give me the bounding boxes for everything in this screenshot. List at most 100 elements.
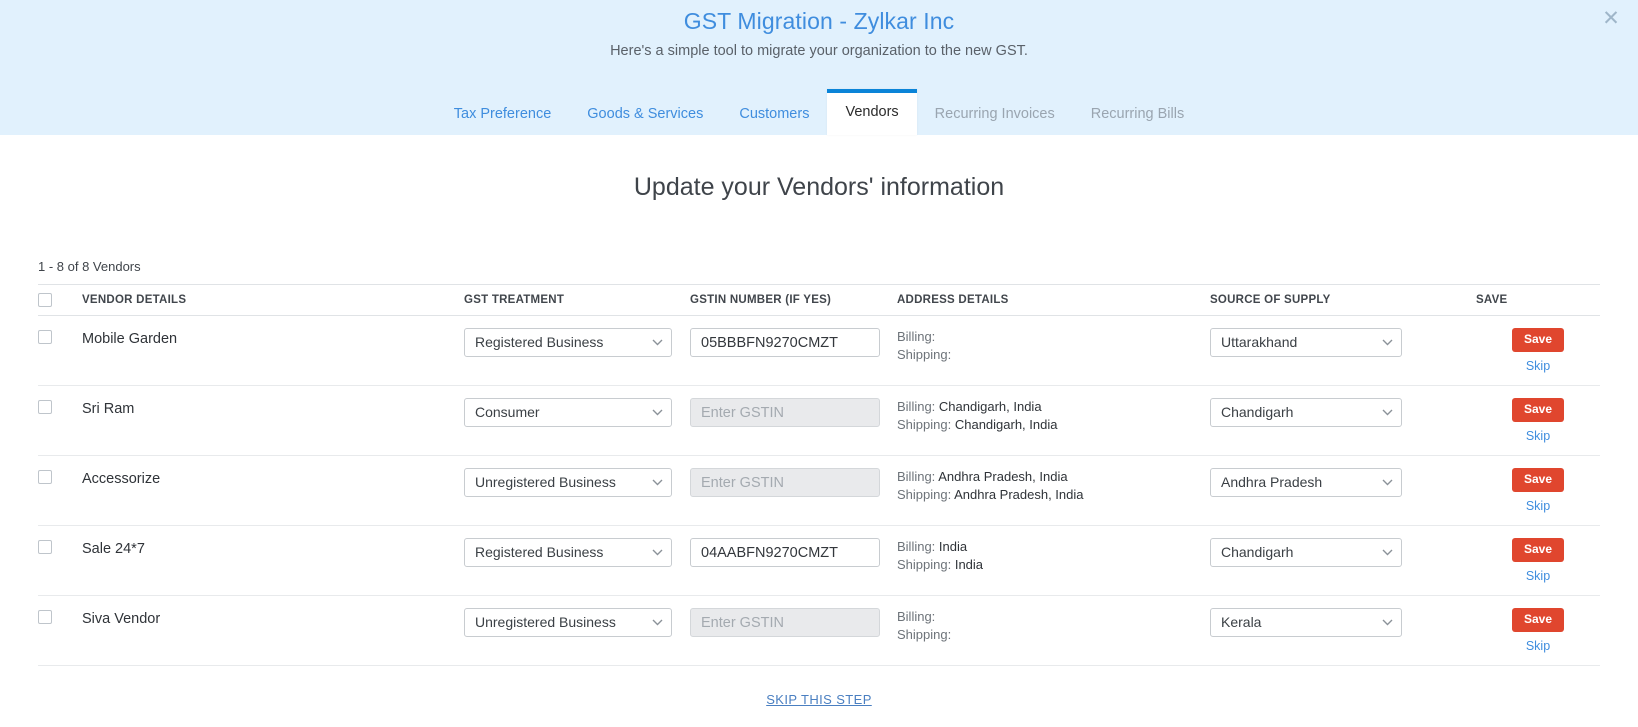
gst-treatment-value: Unregistered Business [475,474,616,490]
select-all-checkbox[interactable] [38,293,52,307]
vendor-name-cell: Sri Ram [82,385,464,456]
source-of-supply-cell: Chandigarh [1210,385,1476,456]
shipping-label: Shipping: [897,557,952,572]
billing-label: Billing: [897,539,936,554]
save-button[interactable]: Save [1511,608,1565,632]
save-cell: Save Skip [1476,315,1600,386]
source-of-supply-cell: Chandigarh [1210,525,1476,596]
close-icon[interactable]: ✕ [1598,6,1624,32]
chevron-down-icon [1382,609,1393,636]
source-of-supply-value: Andhra Pradesh [1221,474,1323,490]
billing-address-value: Chandigarh, India [938,399,1042,414]
chevron-down-icon [1382,539,1393,566]
source-of-supply-select[interactable]: Uttarakhand [1210,328,1402,357]
row-select-cell [38,385,82,456]
row-checkbox[interactable] [38,470,52,485]
vendor-name: Sale 24*7 [82,541,145,557]
address-cell: Billing: Andhra Pradesh, India Shipping: … [897,455,1210,526]
row-select-cell [38,455,82,526]
source-of-supply-select[interactable]: Chandigarh [1210,398,1402,427]
shipping-address-value: Chandigarh, India [954,417,1058,432]
row-checkbox[interactable] [38,540,52,555]
row-checkbox[interactable] [38,400,52,415]
row-checkbox[interactable] [38,330,52,345]
gst-treatment-cell: Registered Business [464,525,690,596]
gst-treatment-select[interactable]: Registered Business [464,328,672,357]
skip-row-link[interactable]: Skip [1476,569,1600,583]
billing-address-value: India [938,539,968,554]
tab-goods-services[interactable]: Goods & Services [569,95,721,135]
source-of-supply-cell: Kerala [1210,595,1476,666]
gst-treatment-select[interactable]: Consumer [464,398,672,427]
save-button[interactable]: Save [1511,468,1565,492]
source-of-supply-cell: Andhra Pradesh [1210,455,1476,526]
tab-label: Recurring Bills [1090,106,1185,122]
source-of-supply-value: Chandigarh [1221,404,1294,420]
header-gstin-number: GSTIN NUMBER (IF YES) [690,284,897,316]
address-cell: Billing: Shipping: [897,595,1210,666]
gstin-cell [690,595,897,666]
section-heading: Update your Vendors' information [633,173,1005,201]
chevron-down-icon [652,609,663,636]
vendor-name-cell: Mobile Garden [82,315,464,386]
billing-address-line: Billing: Chandigarh, India [897,398,1210,416]
billing-address-line: Billing: Andhra Pradesh, India [897,468,1210,486]
source-of-supply-select[interactable]: Kerala [1210,608,1402,637]
tab-customers[interactable]: Customers [721,95,827,135]
gstin-input[interactable] [690,328,880,357]
gstin-input[interactable] [690,538,880,567]
save-button[interactable]: Save [1511,328,1565,352]
tab-recurring-bills[interactable]: Recurring Bills [1073,95,1202,135]
main-content: Update your Vendors' information 1 - 8 o… [0,135,1638,709]
header-save: SAVE [1476,284,1600,316]
page-title: GST Migration - Zylkar Inc [683,8,955,34]
vendor-name: Sri Ram [82,401,135,417]
gst-treatment-value: Consumer [475,404,540,420]
save-button[interactable]: Save [1511,398,1565,422]
save-cell: Save Skip [1476,385,1600,456]
table-body: Mobile Garden Registered Business Billing:… [38,315,1600,666]
gstin-input[interactable] [690,468,880,497]
table-header-row: VENDOR DETAILS GST TREATMENT GSTIN NUMBE… [38,284,1600,316]
shipping-label: Shipping: [897,627,952,642]
gstin-cell [690,315,897,386]
gst-treatment-select[interactable]: Unregistered Business [464,608,672,637]
shipping-address-value: Andhra Pradesh, India [954,487,1084,502]
save-cell: Save Skip [1476,455,1600,526]
skip-row-link[interactable]: Skip [1476,639,1600,653]
gst-treatment-select[interactable]: Unregistered Business [464,468,672,497]
source-of-supply-select[interactable]: Andhra Pradesh [1210,468,1402,497]
gstin-cell [690,455,897,526]
skip-row-link[interactable]: Skip [1476,359,1600,373]
page-subtitle: Here's a simple tool to migrate your org… [610,43,1028,59]
tab-vendors[interactable]: Vendors [827,89,917,135]
table-header: VENDOR DETAILS GST TREATMENT GSTIN NUMBE… [38,284,1600,316]
skip-this-step-link[interactable]: SKIP THIS STEP [766,692,872,707]
row-checkbox[interactable] [38,610,52,625]
tab-label: Goods & Services [587,106,704,122]
save-button[interactable]: Save [1511,538,1565,562]
table-row: Sale 24*7 Registered Business Billing: Ind… [38,525,1600,596]
gstin-input[interactable] [690,398,880,427]
billing-label: Billing: [897,609,936,624]
row-select-cell [38,595,82,666]
vendor-name-cell: Sale 24*7 [82,525,464,596]
tab-label: Vendors [845,104,899,120]
address-cell: Billing: India Shipping: India [897,525,1210,596]
source-of-supply-value: Kerala [1221,614,1262,630]
tab-recurring-invoices[interactable]: Recurring Invoices [917,95,1073,135]
table-row: Mobile Garden Registered Business Billing:… [38,315,1600,386]
skip-row-link[interactable]: Skip [1476,499,1600,513]
source-of-supply-select[interactable]: Chandigarh [1210,538,1402,567]
billing-address-line: Billing: [897,608,1210,626]
gstin-input[interactable] [690,608,880,637]
gst-treatment-select[interactable]: Registered Business [464,538,672,567]
chevron-down-icon [1382,329,1393,356]
billing-label: Billing: [897,399,936,414]
tab-tax-preference[interactable]: Tax Preference [436,95,570,135]
billing-address-line: Billing: [897,328,1210,346]
tab-label: Customers [739,106,810,122]
address-cell: Billing: Chandigarh, India Shipping: Chan… [897,385,1210,456]
chevron-down-icon [1382,469,1393,496]
skip-row-link[interactable]: Skip [1476,429,1600,443]
